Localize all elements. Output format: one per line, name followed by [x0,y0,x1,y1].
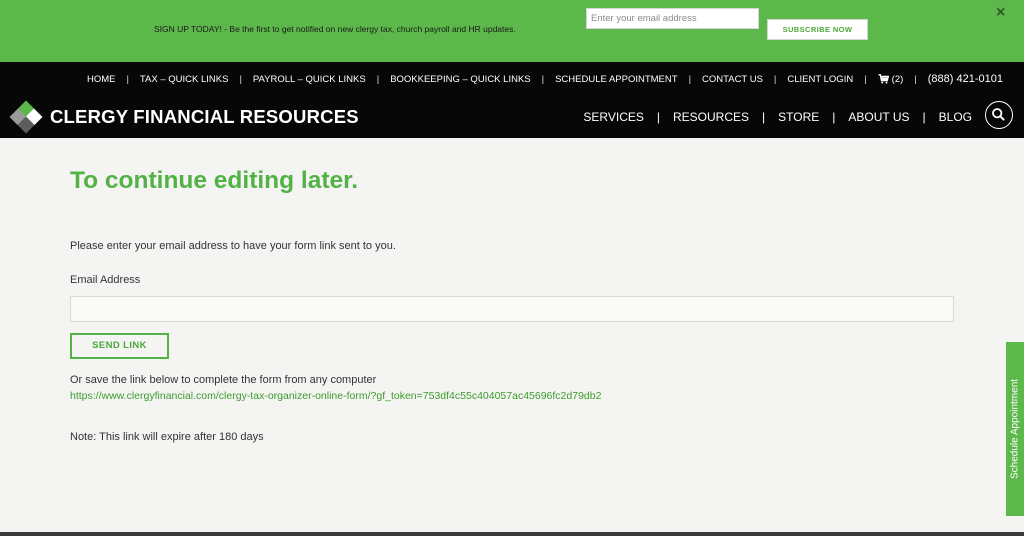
nav-item-services[interactable]: SERVICES [583,110,643,124]
email-label: Email Address [70,274,141,286]
brand-logo[interactable]: CLERGY FINANCIAL RESOURCES [9,100,359,134]
promo-text: SIGN UP TODAY! - Be the first to get not… [154,24,516,34]
promo-bar: SIGN UP TODAY! - Be the first to get not… [0,0,1024,62]
promo-email-input[interactable] [586,8,759,29]
side-tab-label: Schedule Appointment [1009,378,1021,480]
send-link-button[interactable]: SEND LINK [70,333,169,359]
site-header: HOME | TAX – QUICK LINKS | PAYROLL – QUI… [0,62,1024,138]
nav-separator: | [688,73,692,85]
schedule-appointment-tab[interactable]: Schedule Appointment [1006,342,1024,516]
topnav-item-payroll-quick-links[interactable]: PAYROLL – QUICK LINKS [253,74,366,85]
nav-item-store[interactable]: STORE [778,110,819,124]
nav-separator: | [126,73,129,85]
nav-item-resources[interactable]: RESOURCES [673,110,749,124]
save-link-text: Or save the link below to complete the f… [70,374,377,386]
window-bottom-border [0,532,1024,536]
nav-separator: | [656,110,660,124]
top-nav: HOME | TAX – QUICK LINKS | PAYROLL – QUI… [87,73,1003,85]
search-icon [992,108,1005,121]
nav-separator: | [864,73,867,85]
page-title: To continue editing later. [70,167,359,194]
cart-link[interactable]: (2) [878,73,904,85]
topnav-item-client-login[interactable]: CLIENT LOGIN [787,74,853,85]
main-nav: SERVICES | RESOURCES | STORE | ABOUT US … [583,110,972,124]
nav-item-blog[interactable]: BLOG [939,110,972,124]
topnav-item-schedule-appointment[interactable]: SCHEDULE APPOINTMENT [555,74,677,85]
resume-form-link[interactable]: https://www.clergyfinancial.com/clergy-t… [70,390,601,402]
close-icon[interactable]: × [996,5,1005,21]
search-button[interactable] [985,101,1013,129]
nav-separator: | [922,110,926,124]
phone-number[interactable]: (888) 421-0101 [928,73,1003,85]
nav-separator: | [376,73,380,85]
nav-separator: | [914,73,917,85]
topnav-item-contact-us[interactable]: CONTACT US [702,74,763,85]
nav-separator: | [773,73,777,85]
brand-name: CLERGY FINANCIAL RESOURCES [50,106,359,127]
topnav-item-bookkeeping-quick-links[interactable]: BOOKKEEPING – QUICK LINKS [390,74,530,85]
topnav-item-tax-quick-links[interactable]: TAX – QUICK LINKS [140,74,229,85]
email-field[interactable] [70,296,954,322]
nav-separator: | [239,73,242,85]
nav-separator: | [762,110,766,124]
instructions-text: Please enter your email address to have … [70,240,396,252]
logo-diamond-icon [9,100,43,134]
cart-count: (2) [891,73,904,85]
nav-separator: | [832,110,836,124]
cart-icon [878,74,889,84]
expiry-note: Note: This link will expire after 180 da… [70,431,264,443]
nav-separator: | [541,73,545,85]
subscribe-button[interactable]: SUBSCRIBE NOW [767,19,868,40]
nav-item-about-us[interactable]: ABOUT US [848,110,909,124]
topnav-item-home[interactable]: HOME [87,74,116,85]
form-save-panel: To continue editing later. Please enter … [0,138,1024,536]
